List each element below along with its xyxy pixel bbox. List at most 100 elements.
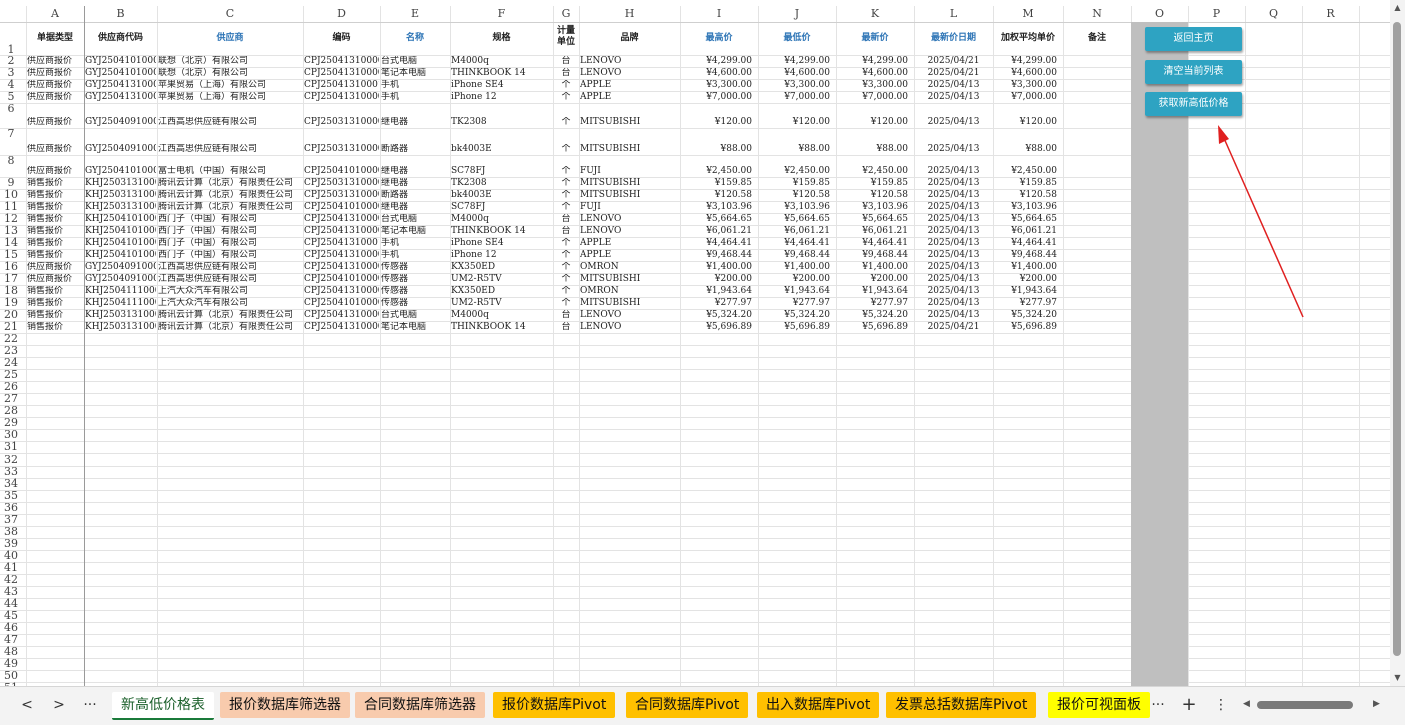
cell-c[interactable]: 腾讯云计算（北京）有限责任公司	[158, 322, 302, 333]
cell-j[interactable]: ¥4,600.00	[759, 68, 830, 79]
column-header-p[interactable]: P	[1188, 6, 1245, 22]
cell-l[interactable]: 2025/04/13	[915, 298, 992, 309]
row-header[interactable]: 35	[0, 490, 22, 501]
cell-g[interactable]: 台	[554, 310, 578, 321]
cell-i[interactable]: ¥2,450.00	[681, 166, 752, 177]
cell-g[interactable]: 台	[554, 214, 578, 225]
cell-a[interactable]: 销售报价	[27, 322, 83, 333]
cell-j[interactable]: ¥5,664.65	[759, 214, 830, 225]
row-header[interactable]: 17	[0, 273, 22, 284]
sheet-tab[interactable]: 报价数据库Pivot	[493, 692, 616, 718]
cell-i[interactable]: ¥120.00	[681, 117, 752, 128]
cell-g[interactable]: 个	[554, 298, 578, 309]
cell-a[interactable]: 销售报价	[27, 310, 83, 321]
cell-i[interactable]: ¥120.58	[681, 190, 752, 201]
cell-l[interactable]: 2025/04/13	[915, 274, 992, 285]
cell-b[interactable]: KHJ2503131000	[85, 178, 156, 189]
row-header[interactable]: 40	[0, 550, 22, 561]
cell-i[interactable]: ¥5,696.89	[681, 322, 752, 333]
cell-j[interactable]: ¥7,000.00	[759, 92, 830, 103]
row-header[interactable]: 3	[0, 67, 22, 78]
column-header-f[interactable]: F	[450, 6, 553, 22]
cell-k[interactable]: ¥4,299.00	[837, 56, 908, 67]
cell-i[interactable]: ¥200.00	[681, 274, 752, 285]
cell-j[interactable]: ¥200.00	[759, 274, 830, 285]
cell-m[interactable]: ¥5,664.65	[994, 214, 1057, 225]
sheet-tab[interactable]: 报价可视面板	[1048, 692, 1150, 718]
cell-d[interactable]: CPJ250413100009	[304, 68, 379, 79]
sheet-tab[interactable]: 报价数据库筛选器	[220, 692, 350, 718]
cell-e[interactable]: 传感器	[381, 298, 449, 309]
cell-k[interactable]: ¥4,600.00	[837, 68, 908, 79]
cell-b[interactable]: GYJ2504101000	[85, 166, 156, 177]
row-header[interactable]: 12	[0, 213, 22, 224]
cell-l[interactable]: 2025/04/13	[915, 250, 992, 261]
cell-j[interactable]: ¥4,464.41	[759, 238, 830, 249]
prev-sheet-icon[interactable]: <	[17, 695, 37, 715]
row-header[interactable]: 5	[0, 91, 22, 102]
cell-h[interactable]: LENOVO	[580, 310, 679, 321]
cell-m[interactable]: ¥7,000.00	[994, 92, 1057, 103]
row-header[interactable]: 25	[0, 369, 22, 380]
cell-c[interactable]: 富士电机（中国）有限公司	[158, 166, 302, 177]
cell-g[interactable]: 个	[554, 166, 578, 177]
cell-e[interactable]: 台式电脑	[381, 214, 449, 225]
cell-k[interactable]: ¥277.97	[837, 298, 908, 309]
scroll-right-icon[interactable]: ▶	[1373, 699, 1380, 709]
cell-c[interactable]: 联想（北京）有限公司	[158, 56, 302, 67]
sheet-options-icon[interactable]: ⋮	[1211, 695, 1231, 715]
cell-g[interactable]: 个	[554, 262, 578, 273]
cell-d[interactable]: CPJ250413100009	[304, 322, 379, 333]
cell-l[interactable]: 2025/04/13	[915, 144, 992, 155]
cell-j[interactable]: ¥5,696.89	[759, 322, 830, 333]
cell-d[interactable]: CPJ250410100005	[304, 298, 379, 309]
cell-e[interactable]: 手机	[381, 250, 449, 261]
cell-b[interactable]: KHJ2504101000	[85, 214, 156, 225]
cell-g[interactable]: 个	[554, 274, 578, 285]
row-header[interactable]: 22	[0, 333, 22, 344]
row-header[interactable]: 6	[0, 103, 22, 114]
column-header-c[interactable]: C	[157, 6, 303, 22]
cell-a[interactable]: 供应商报价	[27, 166, 83, 177]
cell-c[interactable]: 江西高思供应链有限公司	[158, 262, 302, 273]
cell-e[interactable]: 断路器	[381, 144, 449, 155]
row-header[interactable]: 24	[0, 357, 22, 368]
cell-b[interactable]: GYJ2504131000	[85, 92, 156, 103]
cell-m[interactable]: ¥88.00	[994, 144, 1058, 155]
cell-f[interactable]: KX350ED	[451, 286, 552, 297]
cell-a[interactable]: 销售报价	[27, 226, 83, 237]
cell-a[interactable]: 供应商报价	[27, 274, 83, 285]
cell-j[interactable]: ¥1,400.00	[759, 262, 830, 273]
cell-e[interactable]: 手机	[381, 238, 449, 249]
clear-list-button[interactable]: 清空当前列表	[1145, 60, 1242, 84]
cell-c[interactable]: 江西高思供应链有限公司	[158, 274, 302, 285]
row-header[interactable]: 21	[0, 321, 22, 332]
row-header[interactable]: 41	[0, 562, 22, 573]
cell-f[interactable]: THINKBOOK 14	[451, 226, 552, 237]
column-header-q[interactable]: Q	[1245, 6, 1302, 22]
cell-b[interactable]: GYJ2504091000	[85, 274, 156, 285]
cell-h[interactable]: MITSUBISHI	[580, 178, 679, 189]
cell-l[interactable]: 2025/04/13	[915, 80, 992, 91]
next-sheet-icon[interactable]: >	[49, 695, 69, 715]
cell-m[interactable]: ¥3,103.96	[994, 202, 1057, 213]
cell-g[interactable]: 台	[554, 226, 578, 237]
cell-e[interactable]: 笔记本电脑	[381, 226, 449, 237]
cell-m[interactable]: ¥120.58	[994, 190, 1057, 201]
cell-b[interactable]: KHJ2503131000	[85, 190, 156, 201]
cell-e[interactable]: 台式电脑	[381, 310, 449, 321]
scroll-left-icon[interactable]: ◀	[1243, 699, 1250, 709]
row-header[interactable]: 14	[0, 237, 22, 248]
cell-f[interactable]: SC78FJ	[451, 166, 552, 177]
cell-m[interactable]: ¥5,324.20	[994, 310, 1057, 321]
cell-h[interactable]: MITSUBISHI	[580, 144, 679, 155]
row-header[interactable]: 33	[0, 466, 22, 477]
cell-e[interactable]: 手机	[381, 80, 449, 91]
cell-k[interactable]: ¥120.58	[837, 190, 908, 201]
cell-h[interactable]: APPLE	[580, 250, 679, 261]
cell-f[interactable]: M4000q	[451, 56, 552, 67]
row-header[interactable]: 27	[0, 393, 22, 404]
cell-l[interactable]: 2025/04/21	[915, 56, 992, 67]
cell-g[interactable]: 个	[554, 92, 578, 103]
row-header[interactable]: 49	[0, 658, 22, 669]
